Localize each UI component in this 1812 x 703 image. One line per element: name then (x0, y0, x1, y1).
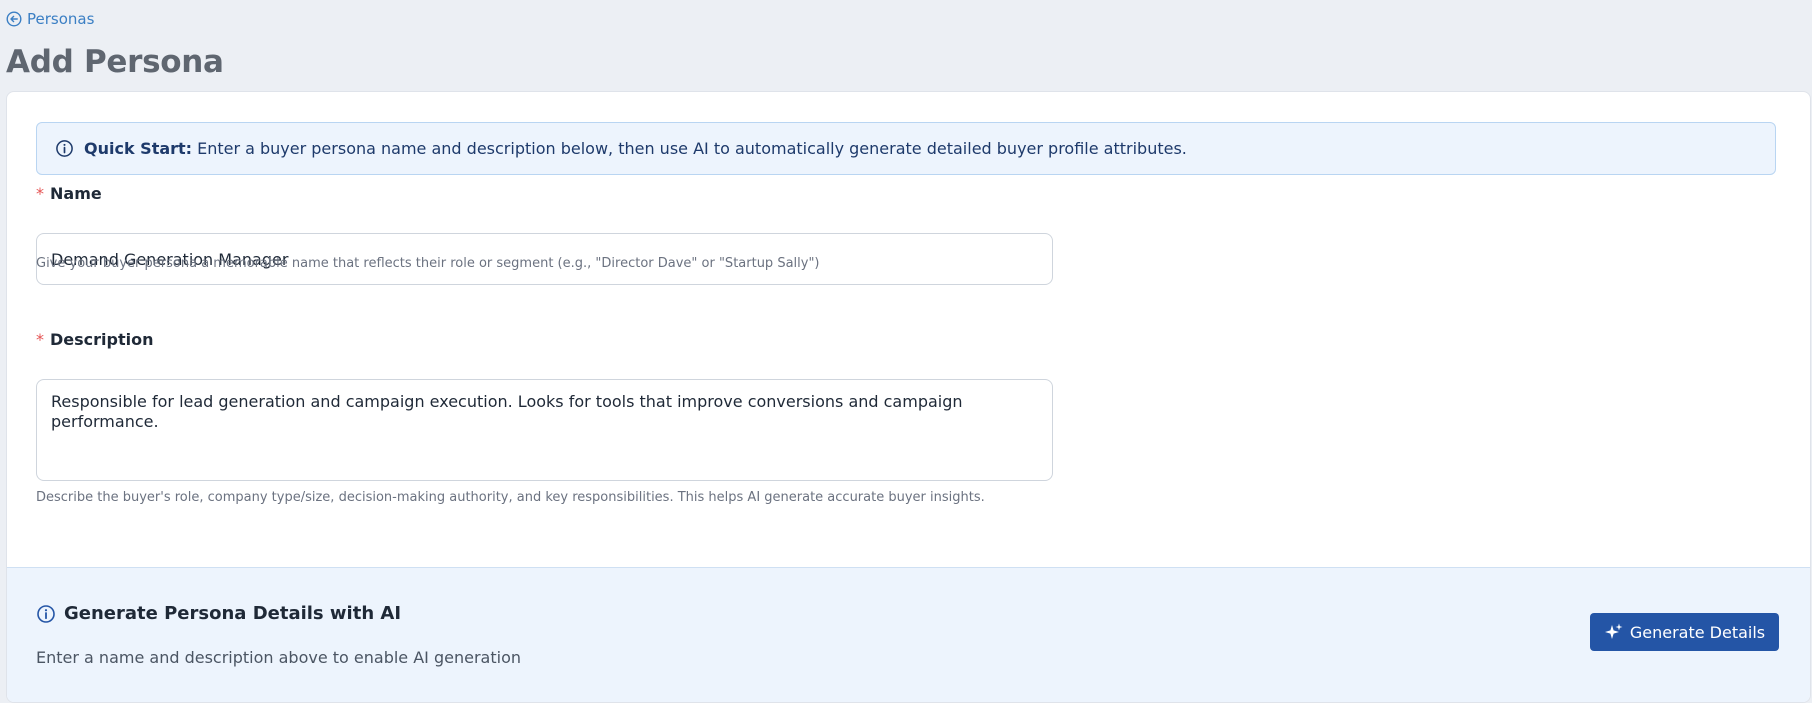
info-icon (55, 139, 74, 158)
alert-title: Quick Start: (84, 139, 193, 158)
description-textarea[interactable]: Responsible for lead generation and camp… (36, 379, 1053, 481)
quick-start-alert: Quick Start: Enter a buyer persona name … (36, 122, 1776, 175)
page-title: Add Persona (6, 44, 224, 80)
breadcrumb-label: Personas (27, 10, 95, 28)
ai-generation-panel: Generate Persona Details with AI Enter a… (7, 567, 1810, 702)
breadcrumb-personas-link[interactable]: Personas (6, 10, 94, 28)
persona-form-card: Quick Start: Enter a buyer persona name … (6, 91, 1811, 703)
name-label-text: Name (50, 184, 102, 203)
ai-panel-title: Generate Persona Details with AI (36, 603, 401, 624)
description-label: * Description (36, 330, 153, 349)
ai-panel-subtitle: Enter a name and description above to en… (36, 648, 521, 667)
ai-panel-title-text: Generate Persona Details with AI (64, 603, 402, 624)
generate-details-label: Generate Details (1629, 622, 1766, 642)
generate-details-button[interactable]: Generate Details (1590, 613, 1779, 651)
required-mark: * (36, 330, 44, 349)
info-icon (36, 604, 56, 624)
description-label-text: Description (50, 330, 154, 349)
arrow-left-circle-icon (6, 11, 22, 27)
name-label: * Name (36, 184, 102, 203)
required-mark: * (36, 184, 44, 203)
description-help-text: Describe the buyer's role, company type/… (36, 490, 985, 505)
alert-text: Enter a buyer persona name and descripti… (197, 139, 1187, 158)
name-help-text: Give your buyer persona a memorable name… (36, 256, 820, 271)
sparkles-icon (1604, 622, 1624, 642)
